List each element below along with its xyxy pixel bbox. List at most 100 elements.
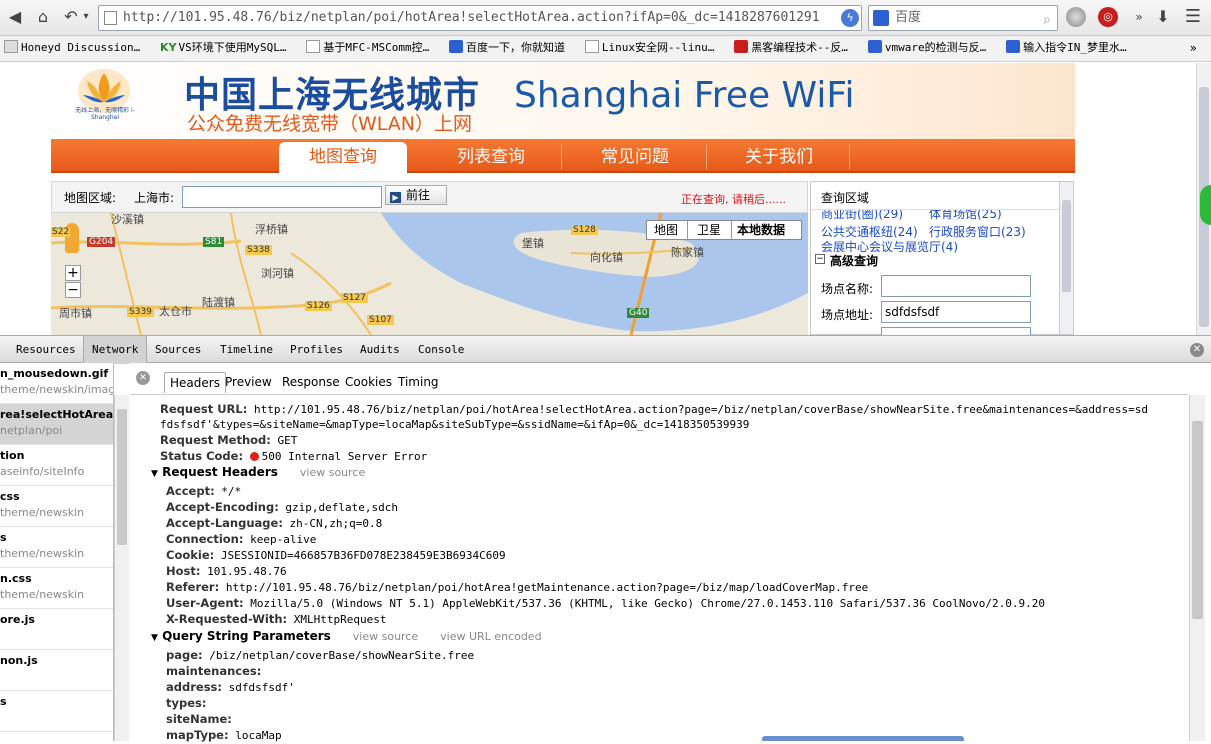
network-request-item[interactable]: n.css theme/newskin — [0, 568, 113, 609]
request-path: theme/newskin — [0, 547, 85, 560]
search-icon[interactable]: ⌕ — [1043, 8, 1051, 32]
tab-resources[interactable]: Resources — [8, 336, 84, 364]
network-request-item[interactable]: tion aseinfo/siteInfo — [0, 445, 113, 486]
header-value: zh-CN,zh;q=0.8 — [289, 517, 383, 530]
tab-sources[interactable]: Sources — [147, 336, 209, 364]
download-icon[interactable]: ⬇ — [1152, 6, 1174, 28]
bookmark-item[interactable]: vmware的检测与反… — [864, 36, 986, 60]
request-headers-section[interactable]: ▼ Request Headers view source — [151, 465, 365, 479]
bookmark-item[interactable]: 百度一下，你就知道 — [445, 36, 565, 60]
map-label: 陈家镇 — [671, 246, 704, 259]
tab-headers[interactable]: Headers — [164, 372, 226, 393]
map-type-local[interactable]: 本地数据 — [737, 221, 785, 239]
map-label: 沙溪镇 — [111, 213, 144, 226]
zoom-in-button[interactable]: + — [65, 265, 81, 281]
network-request-item[interactable]: rea!selectHotArea… netplan/poi — [0, 404, 113, 445]
advanced-query-title: 高级查询 — [830, 254, 879, 268]
site-address-input[interactable]: sdfdsfsdf — [881, 301, 1031, 323]
file-list-scrollbar[interactable] — [114, 395, 129, 741]
extension-icon[interactable]: ◎ — [1098, 7, 1118, 27]
bookmark-label: 百度一下，你就知道 — [466, 41, 566, 54]
header-key: Request URL: — [160, 402, 248, 416]
header-key: Status Code: — [160, 449, 244, 463]
site-banner: 无线上海，无限精彩 i-Shanghai 中国上海无线城市 公众免费无线宽带（W… — [51, 63, 1075, 139]
search-box[interactable]: 百度 ⌕ — [868, 5, 1058, 31]
bookmark-item[interactable]: 基于MFC-MSComm控… — [302, 36, 429, 60]
nav-list-query[interactable]: 列表查询 — [427, 142, 555, 173]
back-icon[interactable]: ◀ — [4, 6, 26, 28]
area-link[interactable]: 商业街(圈)(29) — [821, 210, 903, 222]
param-key: page: — [166, 648, 203, 662]
zoom-out-button[interactable]: − — [65, 282, 81, 298]
query-string-section[interactable]: ▼ Query String Parameters view source view… — [151, 629, 542, 643]
bookmark-item[interactable]: 黑客编程技术--反… — [730, 36, 848, 60]
home-icon[interactable]: ⌂ — [32, 6, 54, 28]
bookmark-item[interactable]: Honeyd Discussion… — [0, 36, 140, 60]
scrollbar-thumb[interactable] — [1192, 421, 1203, 619]
map-type-satellite[interactable]: 卫星 — [697, 221, 721, 239]
page-icon — [584, 40, 599, 53]
lightning-icon[interactable]: ϟ — [841, 9, 859, 27]
view-source-link[interactable]: view source — [353, 630, 418, 643]
nav-about[interactable]: 关于我们 — [715, 142, 843, 173]
network-request-item[interactable]: s — [0, 691, 113, 732]
more-bookmarks-icon[interactable]: » — [1190, 36, 1197, 60]
dropdown-icon[interactable]: ▾ — [80, 6, 92, 28]
more-icon[interactable]: » — [1128, 6, 1150, 28]
bookmark-item[interactable]: 输入指令IN_梦里水… — [1002, 36, 1127, 60]
tab-cookies[interactable]: Cookies — [340, 372, 397, 393]
detail-scrollbar[interactable] — [1189, 395, 1205, 741]
area-link[interactable]: 体育场馆(25) — [929, 210, 1002, 222]
network-request-item[interactable]: ore.js — [0, 609, 113, 650]
header-value: 101.95.48.76 — [207, 565, 287, 578]
tab-preview[interactable]: Preview — [220, 372, 277, 393]
tab-console[interactable]: Console — [410, 336, 472, 364]
city-input[interactable] — [182, 186, 382, 208]
devtools-tabbar: Resources Network Sources Timeline Profi… — [0, 335, 1211, 364]
nav-faq[interactable]: 常见问题 — [571, 142, 699, 173]
panel-scrollbar[interactable] — [1059, 182, 1073, 334]
baidu-paw-icon — [449, 40, 464, 53]
header-key: Host: — [166, 564, 201, 578]
view-url-encoded-link[interactable]: view URL encoded — [440, 630, 541, 643]
reload-icon[interactable]: ↶ — [60, 6, 82, 28]
map-label: 向化镇 — [590, 251, 623, 264]
go-button[interactable]: ▶ 前往 — [385, 185, 447, 205]
scrollbar-thumb[interactable] — [1062, 200, 1071, 292]
bookmark-item[interactable]: Linux安全网--linu… — [581, 36, 714, 60]
site-name-input[interactable] — [881, 275, 1031, 297]
header-key: Accept: — [166, 484, 215, 498]
tab-network[interactable]: Network — [83, 336, 148, 364]
network-request-item[interactable]: css theme/newskin — [0, 486, 113, 527]
header-key: Connection: — [166, 532, 244, 546]
section-title: Query String Parameters — [162, 629, 331, 643]
address-bar[interactable]: http://101.95.48.76/biz/netplan/poi/hotA… — [98, 5, 862, 31]
tab-audits[interactable]: Audits — [352, 336, 408, 364]
request-name: s — [0, 531, 7, 544]
map-label: 陆渡镇 — [202, 296, 235, 309]
close-devtools-icon[interactable]: ✕ — [1190, 343, 1204, 357]
globe-icon[interactable] — [1066, 7, 1086, 27]
param-key: maintenances: — [166, 664, 262, 678]
header-value: Mozilla/5.0 (Windows NT 5.1) AppleWebKit… — [250, 597, 1045, 610]
ky-icon: KY — [160, 41, 177, 54]
header-row: Connection: keep-alive — [166, 531, 316, 548]
map-view[interactable]: + − 地图 卫星 本地数据 沙溪镇 浮桥镇 S81 G204 S338 浏河镇… — [51, 213, 808, 335]
tab-timing[interactable]: Timing — [393, 372, 444, 393]
network-request-item[interactable]: s theme/newskin — [0, 527, 113, 568]
menu-icon[interactable]: ☰ — [1182, 6, 1204, 28]
header-row: X-Requested-With: XMLHttpRequest — [166, 611, 386, 628]
network-request-item[interactable]: non.js — [0, 650, 113, 691]
bookmark-item[interactable]: KY VS环境下使用MySQL… — [156, 36, 286, 60]
collapse-icon[interactable]: − — [815, 254, 825, 264]
tab-timeline[interactable]: Timeline — [212, 336, 281, 364]
map-type-map[interactable]: 地图 — [654, 221, 678, 239]
network-request-item[interactable]: n_mousedown.gif theme/newskin/imag — [0, 363, 113, 404]
nav-map-query[interactable]: 地图查询 — [279, 142, 407, 173]
scrollbar-thumb[interactable] — [117, 409, 127, 545]
tab-response[interactable]: Response — [277, 372, 345, 393]
tab-profiles[interactable]: Profiles — [282, 336, 351, 364]
side-float-button[interactable] — [1200, 185, 1211, 225]
view-source-link[interactable]: view source — [300, 466, 365, 479]
road-sign: S338 — [245, 245, 272, 255]
